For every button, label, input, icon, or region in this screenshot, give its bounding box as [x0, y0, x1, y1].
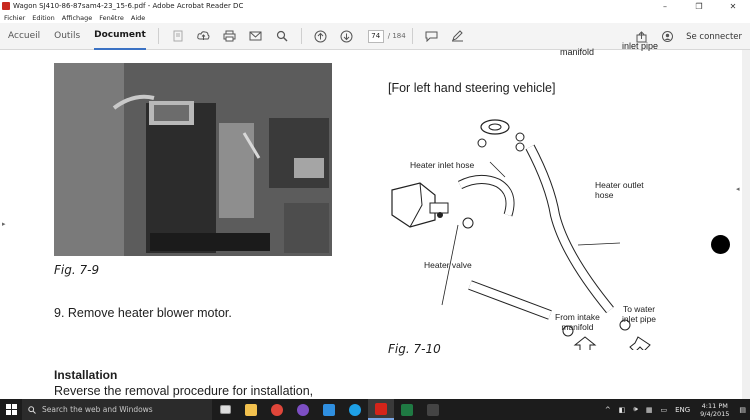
network-tray-icon[interactable]: ▦ [646, 406, 653, 414]
installation-heading: Installation [54, 368, 118, 382]
label-from-intake-manifold: From intake manifold [555, 312, 600, 332]
tray-app-icon[interactable]: ◧ [619, 406, 626, 414]
label-from-intake-line-2: manifold [561, 322, 594, 332]
label-heater-inlet-hose: Heater inlet hose [410, 160, 475, 170]
email-icon[interactable] [249, 29, 263, 43]
acrobat-taskbar-button[interactable] [368, 399, 394, 420]
excel-icon [401, 403, 413, 416]
folder-icon [245, 403, 257, 416]
viber-icon [297, 403, 309, 416]
menu-aide[interactable]: Aide [131, 14, 145, 22]
maximize-button[interactable]: ❐ [682, 0, 716, 12]
search-icon [28, 405, 36, 414]
tab-outils[interactable]: Outils [54, 23, 80, 50]
toolbar-divider [157, 28, 159, 44]
volume-icon[interactable]: 🕪 [633, 405, 637, 414]
system-tray: ^ ◧ 🕪 ▦ ▭ ENG 4:11 PM 9/4/2015 ▤ [601, 399, 750, 420]
chrome-icon [271, 403, 283, 416]
label-from-intake-line-1: From intake [555, 312, 600, 322]
page-number-input[interactable]: 74 [367, 29, 384, 43]
expand-panel-icon[interactable]: ◂ [736, 185, 740, 193]
label-to-water-line-1: To water [622, 304, 656, 314]
app-icon [427, 403, 439, 416]
tray-up-chevron-icon[interactable]: ^ [605, 406, 611, 414]
title-bar: Wagon SJ410-86-87sam4-23_15-6.pdf - Adob… [0, 0, 750, 12]
page-down-icon[interactable] [340, 29, 354, 43]
vertical-scrollbar[interactable] [742, 50, 750, 399]
comment-icon[interactable] [425, 29, 439, 43]
acrobat-app-icon [2, 2, 10, 10]
windows-taskbar: Search the web and Windows ^ ◧ 🕪 ▦ ▭ ENG… [0, 399, 750, 420]
excel-button[interactable] [394, 399, 420, 420]
cursor-dot-icon [711, 235, 730, 254]
clock[interactable]: 4:11 PM 9/4/2015 [700, 402, 729, 418]
network-app-button[interactable] [316, 399, 342, 420]
toolbar-divider [300, 28, 302, 44]
taskbar-search-input[interactable]: Search the web and Windows [22, 399, 212, 420]
fig-7-9-caption: Fig. 7-9 [54, 263, 100, 277]
window-controls: – ❐ ✕ [648, 0, 750, 12]
label-to-water-inlet-pipe: To water inlet pipe [622, 304, 656, 324]
fig-7-10-caption: Fig. 7-10 [388, 342, 441, 356]
step-9-text: 9. Remove heater blower motor. [54, 306, 232, 320]
heater-unit-photo [54, 63, 332, 256]
viber-button[interactable] [290, 399, 316, 420]
file-explorer-button[interactable] [238, 399, 264, 420]
minimize-button[interactable]: – [648, 0, 682, 12]
menu-bar: Fichier Edition Affichage Fenêtre Aide [0, 12, 750, 23]
network-icon [323, 403, 335, 416]
window-title: Wagon SJ410-86-87sam4-23_15-6.pdf - Adob… [13, 2, 244, 10]
upload-cloud-icon[interactable] [197, 29, 211, 43]
page-total: / 184 [387, 32, 406, 40]
close-button[interactable]: ✕ [716, 0, 750, 12]
top-fragment-manifold: manifold [560, 47, 595, 57]
acrobat-icon [375, 402, 387, 415]
dark-app-button[interactable] [420, 399, 446, 420]
print-icon[interactable] [223, 29, 237, 43]
tab-document[interactable]: Document [94, 23, 146, 50]
skype-icon [349, 403, 361, 416]
windows-logo-icon [5, 404, 17, 415]
battery-icon[interactable]: ▭ [660, 406, 667, 414]
label-heater-outlet-line-2: hose [595, 190, 614, 200]
bookmark-icon[interactable] [171, 29, 185, 43]
pen-icon[interactable] [451, 29, 465, 43]
page-up-icon[interactable] [314, 29, 328, 43]
user-icon[interactable] [660, 30, 674, 44]
menu-edition[interactable]: Edition [32, 14, 55, 22]
language-indicator[interactable]: ENG [675, 406, 690, 414]
label-heater-outlet-hose: Heater outlet hose [595, 180, 644, 200]
taskbar-search-placeholder: Search the web and Windows [42, 405, 153, 414]
task-view-icon [219, 405, 231, 414]
top-fragment-inlet-pipe: inlet pipe [622, 41, 659, 51]
label-heater-valve: Heater valve [424, 260, 472, 270]
chrome-button[interactable] [264, 399, 290, 420]
acrobat-reader-window: Wagon SJ410-86-87sam4-23_15-6.pdf - Adob… [0, 0, 750, 420]
diagram-heading: [For left hand steering vehicle] [388, 81, 556, 95]
previous-page-icon[interactable]: ▸ [2, 220, 6, 228]
label-heater-outlet-line-1: Heater outlet [595, 180, 644, 190]
start-button[interactable] [0, 399, 22, 420]
menu-affichage[interactable]: Affichage [62, 14, 93, 22]
menu-fenetre[interactable]: Fenêtre [99, 14, 124, 22]
label-to-water-line-2: inlet pipe [622, 314, 657, 324]
tab-accueil[interactable]: Accueil [8, 23, 40, 50]
toolbar-divider [411, 28, 413, 44]
login-button[interactable]: Se connecter [686, 32, 742, 42]
notifications-icon[interactable]: ▤ [739, 406, 746, 414]
document-viewport[interactable]: ▸ ◂ manifold inlet pipe Fig. 7-9 9. Remo… [0, 41, 750, 399]
task-view-button[interactable] [212, 399, 238, 420]
menu-fichier[interactable]: Fichier [4, 14, 25, 22]
installation-text: Reverse the removal procedure for instal… [54, 384, 314, 398]
skype-button[interactable] [342, 399, 368, 420]
clock-time: 4:11 PM [701, 401, 728, 410]
clock-date: 9/4/2015 [700, 409, 730, 418]
search-icon[interactable] [275, 29, 289, 43]
